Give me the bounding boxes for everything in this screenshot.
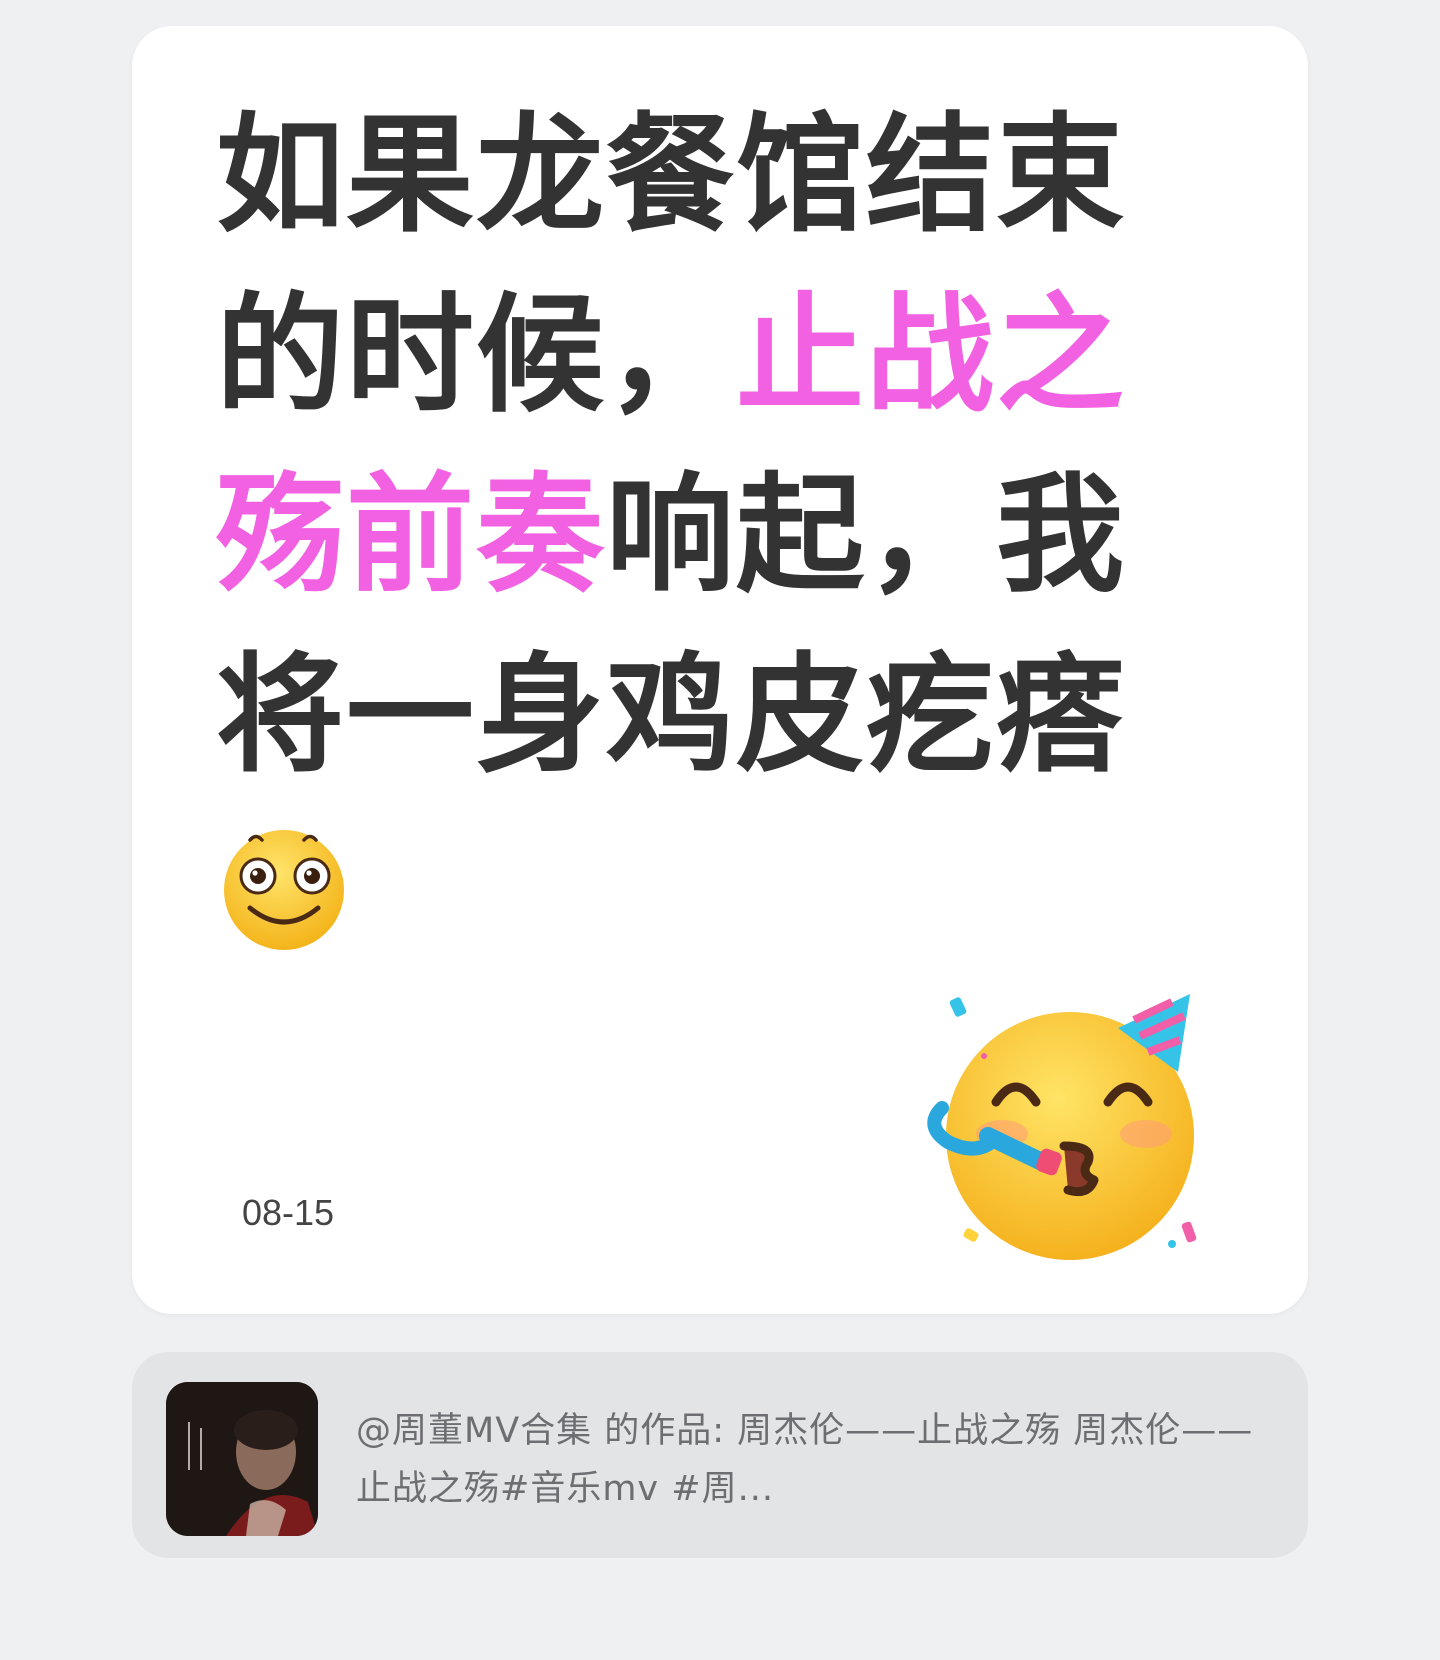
smiling-face-icon xyxy=(224,830,344,950)
video-description[interactable]: @周董MV合集 的作品: 周杰伦——止战之殇 周杰伦——止战之殇#音乐mv #周… xyxy=(356,1402,1256,1518)
video-thumbnail[interactable] xyxy=(166,1382,318,1536)
note-text: 如果龙餐馆结束 的时候，止战之 殇前奏响起，我 将一身鸡皮疙瘩 xyxy=(216,86,1256,806)
note-line-3: 殇前奏响起，我 xyxy=(216,461,1127,610)
post-date: 08-15 xyxy=(242,1192,335,1233)
partying-face-icon xyxy=(927,994,1197,1260)
video-thumbnail-image xyxy=(166,1382,318,1536)
linked-video-card[interactable]: @周董MV合集 的作品: 周杰伦——止战之殇 周杰伦——止战之殇#音乐mv #周… xyxy=(132,1352,1308,1558)
note-line-4: 将一身鸡皮疙瘩 xyxy=(216,641,1127,790)
note-line-2: 的时候，止战之 xyxy=(216,281,1127,430)
highlight-text: 止战之 xyxy=(736,281,1127,430)
highlight-text: 殇前奏 xyxy=(216,461,607,610)
note-card: 如果龙餐馆结束 的时候，止战之 殇前奏响起，我 将一身鸡皮疙瘩 08-15 xyxy=(132,26,1308,1314)
note-line-1: 如果龙餐馆结束 xyxy=(216,101,1127,250)
